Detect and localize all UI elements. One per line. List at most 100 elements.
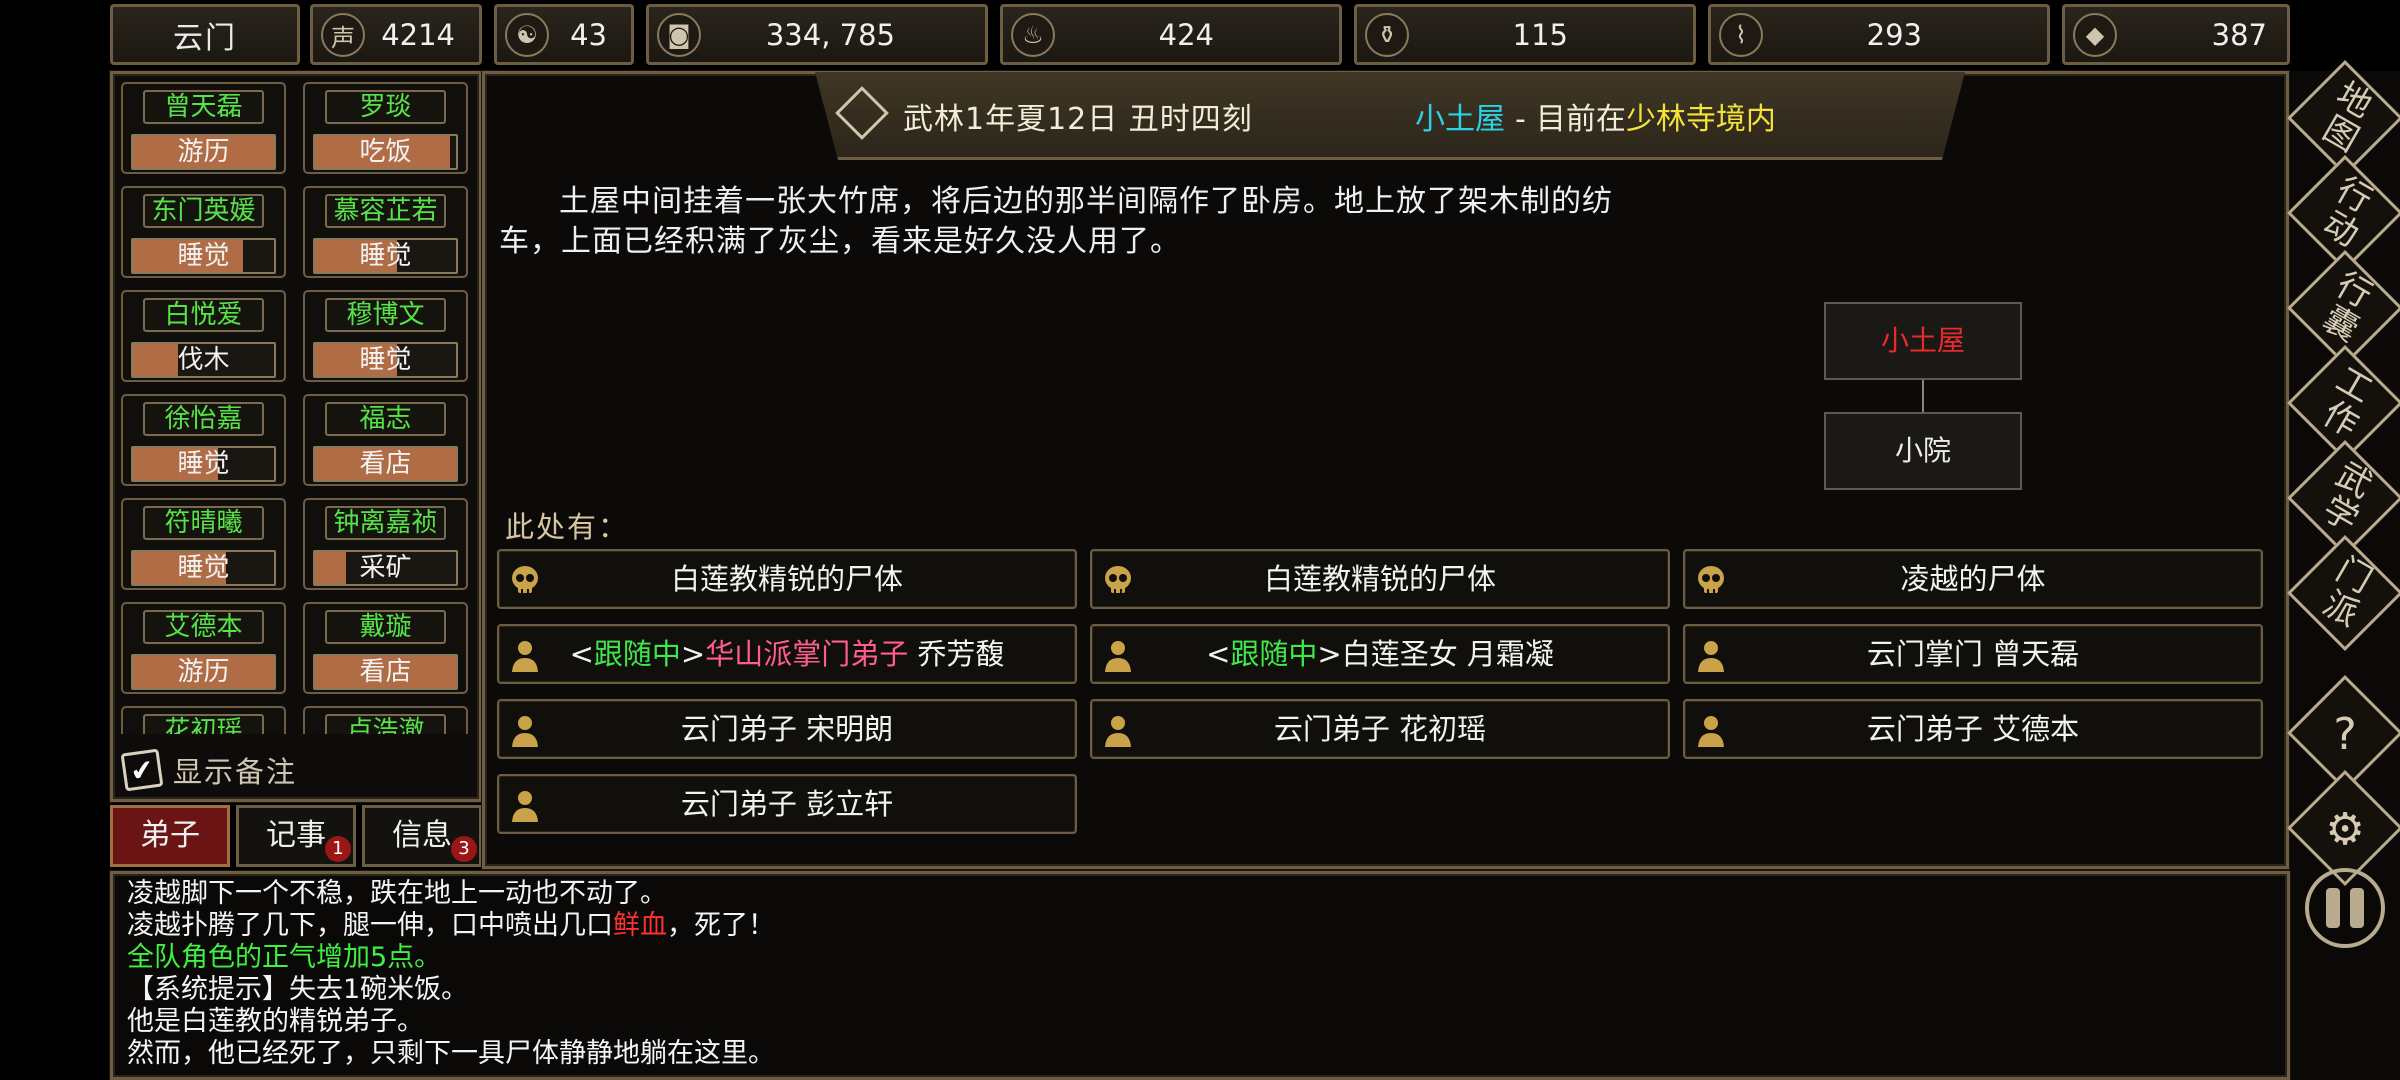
checkmark-icon: ✔ — [120, 748, 164, 792]
tab-disciples[interactable]: 弟子 — [110, 805, 230, 867]
log-line: 他是白莲教的精锐弟子。 — [127, 1006, 424, 1037]
disciple-card[interactable]: 花初瑶 — [121, 706, 286, 734]
entity-name: 云门弟子 宋明朗 — [680, 712, 894, 746]
npc-entry[interactable]: <跟随中>白莲圣女 月霜凝 — [1090, 624, 1670, 684]
entity-name: 云门弟子 艾德本 — [1866, 712, 2080, 746]
money-counter[interactable]: ◙ 334, 785 — [646, 4, 988, 65]
person-icon — [1100, 711, 1136, 747]
game-screen: 云门 声 4214 ☯ 43 ◙ 334, 785 ♨ 424 ⚱ 115 ⌇ … — [0, 0, 2400, 1080]
entity-label: 云门弟子 花初瑶 — [1274, 712, 1486, 746]
log-line: 凌越脚下一个不稳，跌在地上一动也不动了。 — [127, 878, 667, 909]
work-button-label: 工 作 — [2306, 359, 2379, 446]
disciple-card[interactable]: 卢浩澈 — [303, 706, 468, 734]
disciple-activity: 睡觉 — [131, 550, 276, 586]
location-banner: 武林1年夏12日 丑时四刻 小土屋 - 目前在少林寺境内 — [815, 72, 1965, 160]
tab-messages[interactable]: 信息 3 — [362, 805, 482, 867]
disciple-activity: 看店 — [313, 654, 458, 690]
activity-progress-fill — [315, 552, 347, 584]
disciple-list[interactable]: 曾天磊 游历 罗琰 吃饭 东门英媛 睡觉 慕容芷若 睡觉 白悦爱 伐木 穆博文 睡觉 徐怡嘉 睡觉 福志 看店… — [121, 82, 473, 734]
money-value: 334, 785 — [765, 17, 895, 52]
food-counter[interactable]: ♨ 424 — [1000, 4, 1342, 65]
disciple-card[interactable]: 戴璇 看店 — [303, 602, 468, 694]
activity-label: 睡觉 — [177, 449, 230, 479]
activity-progress-fill — [133, 344, 179, 376]
npc-entry[interactable]: 云门掌门 曾天磊 — [1683, 624, 2263, 684]
disciple-card[interactable]: 曾天磊 游历 — [121, 82, 286, 174]
message-log[interactable]: 凌越脚下一个不稳，跌在地上一动也不动了。 凌越扑腾了几下，腿一伸，口中喷出几口鲜… — [110, 871, 2290, 1080]
disciple-panel: 曾天磊 游历 罗琰 吃饭 东门英媛 睡觉 慕容芷若 睡觉 白悦爱 伐木 穆博文 睡觉 徐怡嘉 睡觉 福志 看店… — [110, 71, 482, 802]
disciple-name: 白悦爱 — [143, 298, 264, 332]
disciple-card[interactable]: 符晴曦 睡觉 — [121, 498, 286, 590]
entity-name: 白莲教精锐的尸体 — [670, 562, 903, 596]
disciple-name: 符晴曦 — [143, 506, 264, 540]
pause-button[interactable] — [2305, 868, 2385, 948]
wood-counter[interactable]: ⌇ 293 — [1708, 4, 2050, 65]
activity-label: 看店 — [359, 657, 412, 687]
tab-journal[interactable]: 记事 1 — [236, 805, 356, 867]
question-icon: ? — [2333, 709, 2357, 760]
person-icon — [507, 636, 543, 672]
ore-counter[interactable]: ◆ 387 — [2062, 4, 2290, 65]
wine-counter[interactable]: ⚱ 115 — [1354, 4, 1696, 65]
area-name: 少林寺境内 — [1625, 102, 1776, 137]
entity-name: 乔芳馥 — [908, 637, 1005, 671]
resource-bar: 云门 声 4214 ☯ 43 ◙ 334, 785 ♨ 424 ⚱ 115 ⌇ … — [110, 4, 2290, 65]
npc-entry[interactable]: 云门弟子 宋明朗 — [497, 699, 1077, 759]
log-text: 凌越扑腾了几下，腿一伸，口中喷出几口 — [127, 910, 613, 941]
npc-entry[interactable]: 云门弟子 花初瑶 — [1090, 699, 1670, 759]
disciple-card[interactable]: 徐怡嘉 睡觉 — [121, 394, 286, 486]
tab-journal-label: 记事 — [266, 818, 326, 853]
location-dash: - — [1515, 102, 1526, 137]
activity-label: 游历 — [177, 137, 230, 167]
disciple-name: 罗琰 — [325, 90, 446, 124]
disciple-name: 卢浩澈 — [325, 714, 446, 734]
ore-icon: ◆ — [2073, 13, 2117, 57]
disciple-card[interactable]: 罗琰 吃饭 — [303, 82, 468, 174]
disciple-card[interactable]: 白悦爱 伐木 — [121, 290, 286, 382]
disciple-name: 徐怡嘉 — [143, 402, 264, 436]
map-room-yard[interactable]: 小院 — [1824, 412, 2022, 490]
disciple-name: 钟离嘉祯 — [325, 506, 446, 540]
corpse-entry[interactable]: 白莲教精锐的尸体 — [1090, 549, 1670, 609]
entity-label: 云门弟子 宋明朗 — [681, 712, 893, 746]
messages-badge: 3 — [451, 836, 477, 862]
disciple-name: 福志 — [325, 402, 446, 436]
map-room-current[interactable]: 小土屋 — [1824, 302, 2022, 380]
wood-log-icon: ⌇ — [1719, 13, 1763, 57]
show-notes-toggle[interactable]: ✔ 显示备注 — [120, 744, 297, 796]
disciple-activity: 采矿 — [313, 550, 458, 586]
skull-icon — [507, 561, 543, 597]
corpse-entry[interactable]: 凌越的尸体 — [1683, 549, 2263, 609]
activity-label: 睡觉 — [177, 241, 230, 271]
npc-entry[interactable]: <跟随中>华山派掌门弟子 乔芳馥 — [497, 624, 1077, 684]
bag-button-label: 行 囊 — [2306, 264, 2379, 351]
npc-entry[interactable]: 云门弟子 彭立轩 — [497, 774, 1077, 834]
follow-tag: 跟随中 — [593, 637, 681, 671]
sect-name: 云门 — [173, 20, 237, 56]
tab-messages-label: 信息 — [392, 818, 452, 853]
disciple-card[interactable]: 慕容芷若 睡觉 — [303, 186, 468, 278]
skull-icon — [1693, 561, 1729, 597]
disciple-card[interactable]: 福志 看店 — [303, 394, 468, 486]
log-line: 然而，他已经死了，只剩下一具尸体静静地躺在这里。 — [127, 1038, 775, 1069]
disciple-card[interactable]: 东门英媛 睡觉 — [121, 186, 286, 278]
pause-bar-right — [2350, 888, 2364, 928]
yinyang-counter[interactable]: ☯ 43 — [494, 4, 634, 65]
side-menu: 地 图行 动行 囊工 作武 学门 派 ? ⚙ — [2287, 60, 2400, 1080]
entity-label: <跟随中>华山派掌门弟子 乔芳馥 — [569, 637, 1005, 671]
disciple-card[interactable]: 穆博文 睡觉 — [303, 290, 468, 382]
disciple-activity: 看店 — [313, 446, 458, 482]
entity-name: 云门弟子 彭立轩 — [680, 787, 894, 821]
npc-entry[interactable]: 云门弟子 艾德本 — [1683, 699, 2263, 759]
corpse-entry[interactable]: 白莲教精锐的尸体 — [497, 549, 1077, 609]
disciple-card[interactable]: 艾德本 游历 — [121, 602, 286, 694]
tab-disciples-label: 弟子 — [140, 818, 200, 853]
disciple-name: 曾天磊 — [143, 90, 264, 124]
disciple-name: 戴璇 — [325, 610, 446, 644]
reputation-counter[interactable]: 声 4214 — [310, 4, 482, 65]
reputation-icon: 声 — [321, 13, 365, 57]
disciple-card[interactable]: 钟离嘉祯 采矿 — [303, 498, 468, 590]
sect-name-panel[interactable]: 云门 — [110, 4, 300, 65]
yin-yang-icon: ☯ — [505, 13, 549, 57]
log-lines: 凌越脚下一个不稳，跌在地上一动也不动了。 凌越扑腾了几下，腿一伸，口中喷出几口鲜… — [127, 878, 775, 1070]
